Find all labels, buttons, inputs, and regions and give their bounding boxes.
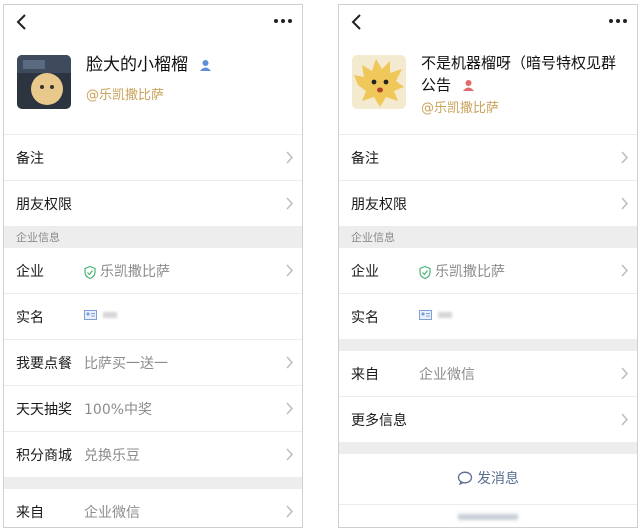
row-remark[interactable]: 备注 xyxy=(339,135,637,181)
row-label: 来自 xyxy=(16,505,44,521)
row-source[interactable]: 来自 企业微信 xyxy=(339,351,637,397)
row-lottery[interactable]: 天天抽奖 100%中奖 xyxy=(4,386,302,432)
row-order[interactable]: 我要点餐 比萨买一送一 xyxy=(4,340,302,386)
row-points-mall[interactable]: 积分商城 兑换乐豆 xyxy=(4,432,302,477)
row-label: 来自 xyxy=(351,367,379,383)
row-value: 企业微信 xyxy=(419,367,475,383)
section-divider xyxy=(339,339,637,351)
top-bar xyxy=(339,5,637,39)
redacted-name xyxy=(438,312,452,318)
chevron-right-icon xyxy=(621,264,629,277)
company-name: 乐凯撒比萨 xyxy=(100,264,170,280)
top-bar xyxy=(4,5,302,39)
chevron-right-icon xyxy=(286,151,294,164)
person-icon xyxy=(200,59,212,71)
row-label: 天天抽奖 xyxy=(16,402,72,418)
row-company[interactable]: 企业 乐凯撒比萨 xyxy=(4,248,302,294)
contact-name-text: 不是机器榴呀（暗号特权见群公告 xyxy=(421,54,617,94)
chevron-right-icon xyxy=(621,367,629,380)
chevron-right-icon xyxy=(621,151,629,164)
row-label: 实名 xyxy=(16,310,44,326)
company-name: 乐凯撒比萨 xyxy=(435,264,505,280)
row-value: 兑换乐豆 xyxy=(84,448,140,464)
row-value xyxy=(419,307,452,323)
chat-icon xyxy=(457,471,473,485)
row-label: 企业 xyxy=(16,264,44,280)
back-icon[interactable] xyxy=(347,9,369,35)
chevron-right-icon xyxy=(286,356,294,369)
row-company[interactable]: 企业 乐凯撒比萨 xyxy=(339,248,637,294)
row-real-name: 实名 xyxy=(4,294,302,340)
send-message-label: 发消息 xyxy=(477,471,519,487)
avatar[interactable] xyxy=(352,55,406,109)
row-value: 100%中奖 xyxy=(84,402,153,418)
chevron-right-icon xyxy=(621,413,629,426)
id-card-icon xyxy=(84,310,97,320)
row-source[interactable]: 来自 企业微信 xyxy=(4,489,302,527)
row-value: 乐凯撒比萨 xyxy=(419,261,505,281)
row-friend-permission[interactable]: 朋友权限 xyxy=(339,181,637,226)
person-icon xyxy=(462,80,474,91)
send-message-button[interactable]: 发消息 xyxy=(339,454,637,505)
chevron-right-icon xyxy=(286,197,294,210)
section-header: 企业信息 xyxy=(4,226,302,248)
contact-profile-left: 脸大的小榴榴 @乐凯撒比萨 备注 朋友权限 企业信息 企业 乐凯撒比萨 实名 我… xyxy=(3,4,303,528)
contact-profile-right: 不是机器榴呀（暗号特权见群公告 @乐凯撒比萨 备注 朋友权限 企业信息 企业 乐… xyxy=(338,4,638,528)
section-header: 企业信息 xyxy=(339,226,637,248)
row-more-info[interactable]: 更多信息 xyxy=(339,397,637,442)
more-icon[interactable] xyxy=(607,15,629,27)
chevron-right-icon xyxy=(621,197,629,210)
row-label: 朋友权限 xyxy=(351,197,407,213)
chevron-right-icon xyxy=(286,448,294,461)
row-label: 积分商城 xyxy=(16,448,72,464)
more-icon[interactable] xyxy=(272,15,294,27)
row-value: 乐凯撒比萨 xyxy=(84,261,170,281)
row-remark[interactable]: 备注 xyxy=(4,135,302,181)
redacted-name xyxy=(103,312,117,318)
row-label: 朋友权限 xyxy=(16,197,72,213)
profile-header: 脸大的小榴榴 @乐凯撒比萨 xyxy=(4,39,302,135)
call-option-partial[interactable] xyxy=(339,505,637,525)
profile-header: 不是机器榴呀（暗号特权见群公告 @乐凯撒比萨 xyxy=(339,39,637,135)
row-real-name: 实名 xyxy=(339,294,637,339)
section-divider xyxy=(4,477,302,489)
contact-name: 不是机器榴呀（暗号特权见群公告 xyxy=(421,52,621,96)
chevron-right-icon xyxy=(286,505,294,518)
row-label: 企业 xyxy=(351,264,379,280)
row-label: 备注 xyxy=(16,151,44,167)
shield-icon xyxy=(84,265,96,279)
row-value xyxy=(84,307,117,323)
row-friend-permission[interactable]: 朋友权限 xyxy=(4,181,302,226)
row-value: 比萨买一送一 xyxy=(84,356,168,372)
section-divider xyxy=(339,442,637,454)
chevron-right-icon xyxy=(286,402,294,415)
contact-name-text: 脸大的小榴榴 xyxy=(86,55,188,75)
company-tag: @乐凯撒比萨 xyxy=(421,101,500,116)
row-value: 企业微信 xyxy=(84,505,140,521)
call-option-cropped xyxy=(458,514,518,520)
avatar[interactable] xyxy=(17,55,71,109)
id-card-icon xyxy=(419,310,432,320)
row-label: 备注 xyxy=(351,151,379,167)
row-label: 实名 xyxy=(351,310,379,326)
back-icon[interactable] xyxy=(12,9,34,35)
shield-icon xyxy=(419,265,431,279)
row-label: 我要点餐 xyxy=(16,356,72,372)
chevron-right-icon xyxy=(286,264,294,277)
contact-name: 脸大的小榴榴 xyxy=(86,53,286,77)
company-tag: @乐凯撒比萨 xyxy=(86,88,165,103)
row-label: 更多信息 xyxy=(351,413,407,429)
